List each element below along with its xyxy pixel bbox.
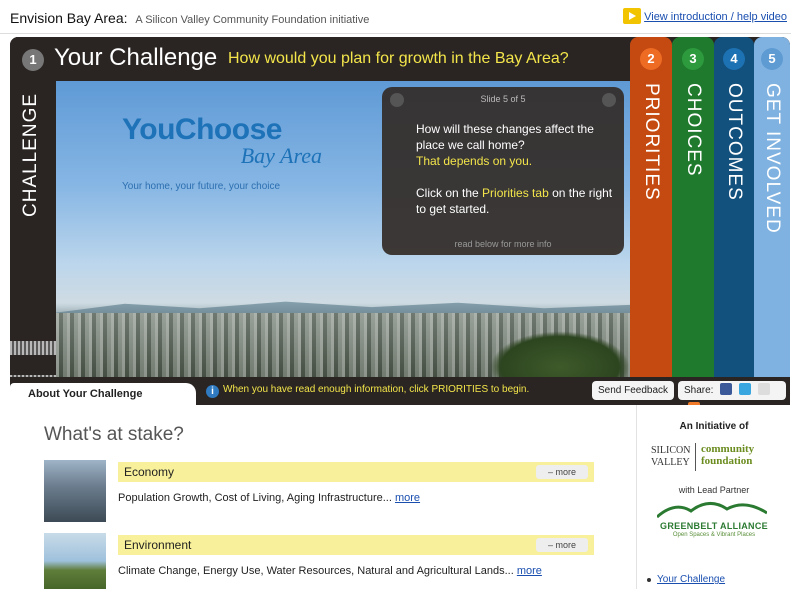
section-heading: What's at stake?: [44, 424, 184, 445]
economy-title: Economy: [124, 465, 175, 479]
economy-more-button[interactable]: – more: [536, 465, 588, 479]
tab-priorities-label: PRIORITIES: [641, 83, 662, 201]
economy-more-label: more: [555, 467, 577, 477]
environment-more-link[interactable]: more: [517, 565, 542, 577]
environment-header[interactable]: Environment – more: [118, 535, 594, 555]
greenbelt-tagline: Open Spaces & Vibrant Places: [672, 532, 756, 538]
tab-about-challenge[interactable]: About Your Challenge: [10, 383, 196, 405]
economy-description: Population Growth, Cost of Living, Aging…: [118, 492, 420, 504]
tab-outcomes-label: OUTCOMES: [724, 83, 745, 201]
slide-counter: Slide 5 of 5: [480, 94, 526, 104]
step-3-badge: 3: [682, 48, 704, 70]
economy-more-link[interactable]: more: [395, 492, 420, 504]
greenbelt-name: GREENBELT ALLIANCE: [660, 521, 768, 531]
environment-more-button[interactable]: – more: [536, 538, 588, 552]
sidebar-link-your-challenge[interactable]: Your Challenge: [646, 574, 725, 585]
challenge-question: How would you plan for growth in the Bay…: [228, 50, 569, 67]
challenge-title-bar: 1 Your Challenge How would you plan for …: [10, 37, 630, 81]
environment-desc-text: Climate Change, Energy Use, Water Resour…: [118, 565, 514, 577]
facebook-icon[interactable]: [720, 383, 733, 395]
slide-text-2: That depends on you.: [416, 154, 533, 168]
tab-choices-label: CHOICES: [683, 83, 704, 177]
environment-title: Environment: [124, 538, 192, 552]
help-video-link[interactable]: View introduction / help video: [644, 11, 787, 23]
twitter-icon[interactable]: [739, 383, 752, 395]
trees-graphic: [490, 331, 630, 377]
svcf-logo[interactable]: SILICON VALLEY community foundation: [651, 443, 777, 479]
step-4-badge: 4: [723, 48, 745, 70]
share-bar: Share:: [678, 381, 786, 405]
greenbelt-logo[interactable]: GREENBELT ALLIANCE Open Spaces & Vibrant…: [649, 499, 779, 547]
send-feedback-button[interactable]: Send Feedback: [592, 381, 675, 400]
slide-footer: read below for more info: [454, 239, 552, 249]
step-2-badge: 2: [640, 48, 662, 70]
step-1-badge: 1: [22, 49, 44, 71]
logo-tagline: Your home, your future, your choice: [122, 181, 281, 192]
challenge-stage: 1 Your Challenge How would you plan for …: [10, 37, 790, 405]
brand-tagline: A Silicon Valley Community Foundation in…: [135, 14, 370, 26]
share-label: Share:: [684, 385, 714, 396]
video-icon[interactable]: [623, 8, 641, 24]
bay-area-photo: YouChoose Bay Area Your home, your futur…: [56, 81, 630, 377]
share-icon[interactable]: [757, 383, 770, 395]
step-5-badge: 5: [761, 48, 783, 70]
tab-get-involved[interactable]: 5 GET INVOLVED: [754, 37, 790, 377]
info-text: When you have read enough information, c…: [223, 384, 530, 395]
tab-outcomes[interactable]: 4 OUTCOMES: [714, 37, 754, 377]
minus-icon: –: [547, 540, 556, 550]
environment-description: Climate Change, Energy Use, Water Resour…: [118, 565, 542, 577]
tab-get-involved-label: GET INVOLVED: [762, 83, 783, 234]
partner-label: with Lead Partner: [678, 485, 750, 495]
site-brand: Envision Bay Area: A Silicon Valley Comm…: [10, 10, 369, 26]
info-message: i When you have read enough information, …: [206, 384, 529, 398]
youchoose-logo: YouChoose Bay Area Your home, your futur…: [122, 113, 322, 192]
slide-text-1: How will these changes affect the place …: [416, 122, 594, 152]
slide-panel: Slide 5 of 5 How will these changes affe…: [382, 87, 624, 255]
page-title: Your Challenge: [54, 44, 218, 71]
info-icon: i: [206, 385, 219, 398]
tab-choices[interactable]: 3 CHOICES: [672, 37, 714, 377]
logo-name: YouChoose: [122, 113, 282, 146]
economy-desc-text: Population Growth, Cost of Living, Aging…: [118, 492, 392, 504]
about-challenge-panel: What's at stake? Economy – more Populati…: [0, 405, 640, 589]
slide-body: How will these changes affect the place …: [416, 121, 616, 217]
info-strip: About Your Challenge i When you have read…: [10, 377, 790, 405]
minus-icon: –: [547, 467, 556, 477]
slide-text-3a: Click on the: [416, 186, 479, 200]
sidebar: An Initiative of SILICON VALLEY communit…: [636, 405, 791, 589]
top-header: Envision Bay Area: A Silicon Valley Comm…: [0, 0, 791, 34]
stake-item-economy: Economy – more Population Growth, Cost o…: [44, 460, 600, 524]
initiative-heading: An Initiative of: [679, 421, 749, 432]
environment-thumbnail: [44, 533, 106, 589]
challenge-rail: CHALLENGE: [10, 81, 70, 405]
svcf-logo-left: SILICON VALLEY: [651, 445, 691, 468]
svcf-logo-right: community foundation: [701, 443, 755, 467]
brand-name: Envision Bay Area:: [10, 10, 128, 26]
stake-item-environment: Environment – more Climate Change, Energ…: [44, 533, 600, 589]
hills-icon: [657, 502, 767, 519]
economy-thumbnail: [44, 460, 106, 522]
economy-header[interactable]: Economy – more: [118, 462, 594, 482]
environment-more-label: more: [555, 540, 577, 550]
slide-text-3: Click on the Priorities tab on the right…: [416, 185, 616, 217]
challenge-rail-label: CHALLENGE: [20, 93, 41, 218]
slide-text-3-highlight: Priorities tab: [482, 186, 549, 200]
tab-priorities[interactable]: 2 PRIORITIES: [630, 37, 672, 377]
logo-divider: [695, 443, 696, 471]
